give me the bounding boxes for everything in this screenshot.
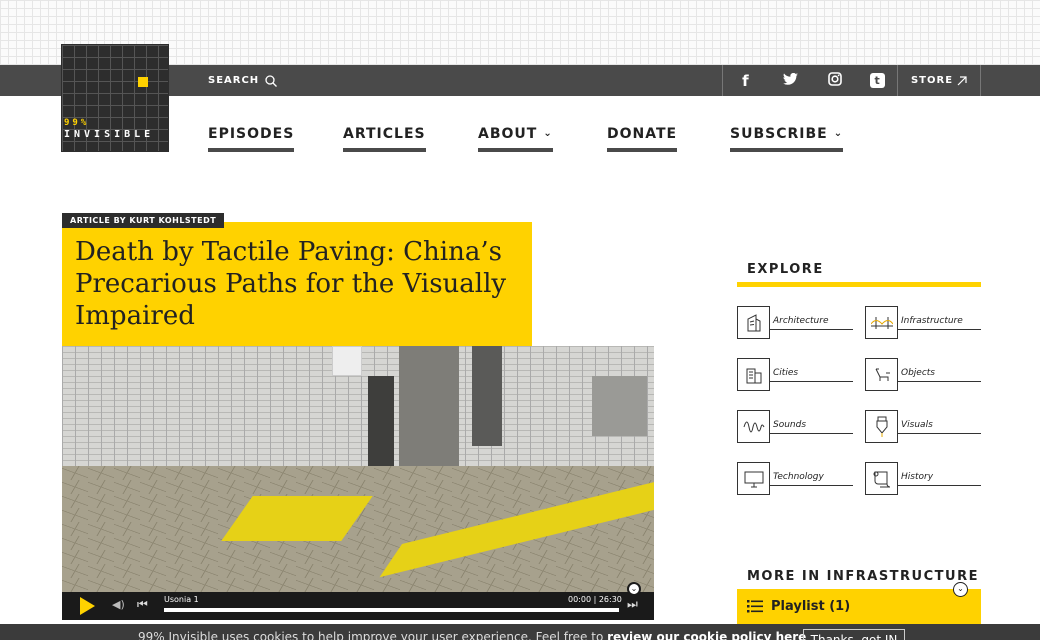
cookie-policy-link[interactable]: review our cookie policy here [607,630,806,640]
category-label: Visuals [901,420,933,430]
playlist-label: Playlist (1) [771,599,851,614]
hero-door-dark [472,346,502,446]
article-byline[interactable]: ARTICLE BY KURT KOHLSTEDT [62,213,225,228]
hero-vent [592,376,647,436]
playlist-toggle[interactable]: Playlist (1) [737,589,981,624]
architecture-icon [737,306,770,339]
twitter-icon[interactable] [780,72,800,90]
previous-track-icon[interactable]: ⏮ [137,597,148,612]
category-divider [898,485,981,486]
category-label: History [901,472,934,482]
category-sounds[interactable]: Sounds [737,410,853,443]
nav-episodes[interactable]: EPISODES [208,126,295,152]
scroll-icon [865,462,898,495]
cookie-accept-button[interactable]: Thanks, got IN [803,629,905,640]
category-divider [898,433,981,434]
category-history[interactable]: History [865,462,981,495]
search-icon [265,74,278,87]
category-divider [770,381,853,382]
explore-underline [737,282,981,287]
category-label: Cities [773,368,799,378]
hero-sign [332,346,362,376]
audio-player: ◀) ⏮ Usonia 1 00:00 | 26:30 ⏭ [62,592,654,620]
external-arrow-icon [957,75,967,85]
instagram-icon[interactable] [825,71,845,90]
category-label: Technology [773,472,824,482]
cities-icon [737,358,770,391]
cookie-banner: 99% Invisible uses cookies to help impro… [0,624,1040,640]
category-divider [770,485,853,486]
category-objects[interactable]: Objects [865,358,981,391]
search-label: SEARCH [208,75,260,86]
bridge-icon [865,306,898,339]
tumblr-icon[interactable]: t [869,73,885,88]
store-link[interactable]: STORE [898,65,981,96]
next-track-icon[interactable]: ⏭ [627,597,638,612]
soundwave-icon [737,410,770,443]
nav-label: ARTICLES [343,126,426,142]
category-label: Sounds [773,420,807,430]
chevron-down-icon[interactable]: ⌄ [953,582,968,597]
nav-donate[interactable]: DONATE [607,126,678,152]
facebook-icon[interactable]: f [735,72,755,90]
chevron-down-icon: ⌄ [833,128,844,139]
hero-door [399,346,459,466]
nav-label: EPISODES [208,126,295,142]
pen-icon [865,410,898,443]
category-divider [770,329,853,330]
cookie-text-wrap: 99% Invisible uses cookies to help impro… [138,630,806,640]
category-label: Objects [901,368,936,378]
article-hero-image [62,346,654,592]
article-title: Death by Tactile Paving: China’s Precari… [75,237,507,331]
store-label: STORE [910,75,954,86]
category-divider [898,381,981,382]
nav-label: DONATE [607,126,678,142]
nav-about[interactable]: ABOUT ⌄ [478,126,553,152]
cookie-message: 99% Invisible uses cookies to help impro… [138,630,608,640]
progress-bar[interactable] [164,608,619,612]
category-visuals[interactable]: Visuals [865,410,981,443]
list-icon [747,600,763,613]
volume-icon[interactable]: ◀) [112,598,125,611]
player-expand-chevron-icon[interactable]: ⌄ [627,582,641,596]
play-icon[interactable] [80,597,95,615]
article-title-box: Death by Tactile Paving: China’s Precari… [62,222,532,346]
search-button[interactable]: SEARCH [208,65,278,96]
logo-yellow-square [138,77,148,87]
track-title: Usonia 1 [164,595,199,604]
nav-articles[interactable]: ARTICLES [343,126,426,152]
site-logo[interactable]: 99% INVISIBLE [61,44,169,152]
category-infrastructure[interactable]: Infrastructure [865,306,981,339]
nav-subscribe[interactable]: SUBSCRIBE ⌄ [730,126,844,152]
explore-heading: EXPLORE [747,262,824,277]
logo-wordmark: INVISIBLE [64,129,155,140]
category-divider [770,433,853,434]
logo-number: 99% [64,118,90,128]
category-label: Architecture [773,316,829,326]
category-label: Infrastructure [901,316,963,326]
category-technology[interactable]: Technology [737,462,853,495]
nav-label: ABOUT [478,126,538,142]
track-time: 00:00 | 26:30 [568,595,622,604]
social-links: f t [722,65,898,96]
category-architecture[interactable]: Architecture [737,306,853,339]
category-cities[interactable]: Cities [737,358,853,391]
chevron-down-icon: ⌄ [543,128,553,139]
more-in-heading: MORE IN INFRASTRUCTURE [747,569,979,584]
chair-icon [865,358,898,391]
nav-label: SUBSCRIBE [730,126,828,142]
monitor-icon [737,462,770,495]
category-divider [898,329,981,330]
